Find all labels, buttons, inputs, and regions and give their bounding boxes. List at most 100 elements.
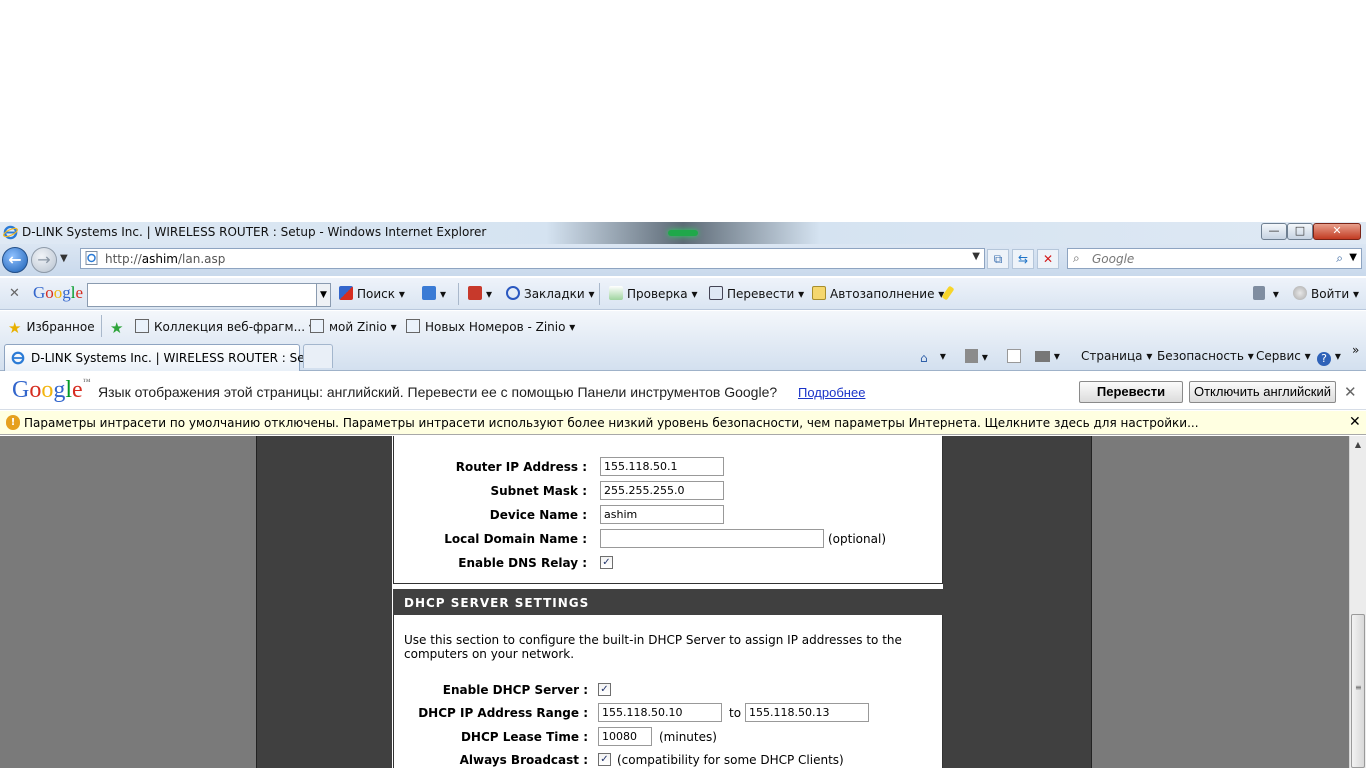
google-search-icon xyxy=(339,286,353,300)
enable-dhcp-row: Enable DHCP Server : ✓ xyxy=(394,679,944,701)
enable-dhcp-checkbox[interactable]: ✓ xyxy=(598,683,611,696)
compatibility-view-icon[interactable]: ⧉ xyxy=(987,249,1009,269)
search-provider-icon: ⌕ xyxy=(1073,251,1080,265)
mail-button[interactable] xyxy=(1007,349,1021,364)
print-button[interactable]: ▾ xyxy=(1035,349,1060,363)
add-to-favorites-icon[interactable]: ★ xyxy=(110,319,128,337)
vertical-scrollbar[interactable]: ▲ ≡ xyxy=(1349,436,1366,768)
always-broadcast-label: Always Broadcast : xyxy=(459,753,588,767)
close-toolbar-icon[interactable]: ✕ xyxy=(9,286,20,301)
titlebar-glow xyxy=(668,230,698,236)
forward-button[interactable]: → xyxy=(31,247,57,273)
ie-page-icon xyxy=(406,319,420,333)
dhcp-settings-box: Use this section to configure the built-… xyxy=(393,615,943,768)
popup-blocker-icon xyxy=(468,286,482,300)
minimize-button[interactable]: — xyxy=(1261,223,1287,240)
ie-page-icon xyxy=(310,319,324,333)
close-window-button[interactable]: ✕ xyxy=(1313,223,1361,240)
home-button[interactable]: ⌂ ▾ xyxy=(920,349,946,365)
signin-button[interactable]: Войти ▾ xyxy=(1293,286,1359,301)
range-to-label: to xyxy=(729,706,742,720)
wrench-icon xyxy=(1253,286,1265,300)
stop-icon[interactable]: ✕ xyxy=(1037,249,1059,269)
help-button[interactable]: ? ▾ xyxy=(1317,349,1341,366)
always-broadcast-row: Always Broadcast : ✓ (compatibility for … xyxy=(394,749,944,768)
lease-time-label: DHCP Lease Time : xyxy=(460,730,588,744)
home-icon: ⌂ xyxy=(920,351,928,365)
close-info-bar-icon[interactable]: ✕ xyxy=(1349,414,1361,430)
search-box[interactable]: ⌕ Google ⌕ ▼ xyxy=(1067,248,1362,269)
ie-page-icon xyxy=(135,319,149,333)
google-toolbar-logo[interactable]: Google xyxy=(33,283,83,303)
warning-shield-icon: ! xyxy=(6,415,20,430)
user-circle-icon xyxy=(1293,286,1307,300)
translate-page-button[interactable]: Перевести xyxy=(1079,381,1183,403)
highlight-button[interactable] xyxy=(941,285,955,301)
spellcheck-button[interactable]: Проверка ▾ xyxy=(609,286,698,301)
enable-dhcp-label: Enable DHCP Server : xyxy=(442,683,588,697)
chevron-more-icon[interactable]: » xyxy=(1352,343,1359,357)
translate-message: Язык отображения этой страницы: английск… xyxy=(98,384,778,400)
tools-menu[interactable]: Сервис ▾ xyxy=(1256,349,1311,363)
address-toolbar: ← → ▼ http://ashim/lan.asp ▼ ⧉ ⇆ ✕ ⌕ Goo… xyxy=(0,244,1366,276)
google-search-button[interactable]: Поиск ▾ xyxy=(339,286,405,301)
google-translate-bar: Google™ Язык отображения этой страницы: … xyxy=(0,372,1366,410)
favorites-bar: ★Избранное ★ Коллекция веб-фрагм... ▾ мо… xyxy=(0,311,1366,341)
scrollbar-thumb[interactable]: ≡ xyxy=(1351,614,1365,768)
rss-icon xyxy=(965,349,978,363)
feeds-button[interactable]: ▾ xyxy=(965,349,988,364)
star-icon: ★ xyxy=(8,319,22,337)
dhcp-range-row: DHCP IP Address Range : to xyxy=(394,702,944,724)
search-options-dropdown[interactable]: ▼ xyxy=(1349,252,1357,263)
page-icon xyxy=(85,251,98,265)
ie-logo-icon xyxy=(3,225,18,240)
disable-english-button[interactable]: Отключить английский xyxy=(1189,381,1336,403)
autofill-button[interactable]: Автозаполнение ▾ xyxy=(812,286,944,301)
add-button[interactable]: ▾ xyxy=(422,286,446,301)
always-broadcast-checkbox[interactable]: ✓ xyxy=(598,753,611,766)
favorites-item-web-slice[interactable]: Коллекция веб-фрагм... ▾ xyxy=(135,319,315,334)
favorites-button[interactable]: ★ Избранное xyxy=(8,319,95,337)
dhcp-range-end-input[interactable] xyxy=(745,703,869,722)
back-button[interactable]: ← xyxy=(2,247,28,273)
translate-icon xyxy=(709,286,723,300)
close-translate-bar-icon[interactable]: ✕ xyxy=(1344,383,1357,401)
address-dropdown-icon[interactable]: ▼ xyxy=(972,251,980,262)
scroll-up-arrow-icon[interactable]: ▲ xyxy=(1350,436,1366,453)
toolbar-settings-button[interactable]: ▾ xyxy=(1253,286,1279,301)
printer-icon xyxy=(1035,351,1050,362)
tab-row: D-LINK Systems Inc. | WIRELESS ROUTER : … xyxy=(0,341,1366,371)
dhcp-section-header: DHCP SERVER SETTINGS xyxy=(393,589,943,615)
maximize-button[interactable]: □ xyxy=(1287,223,1313,240)
refresh-icon[interactable]: ⇆ xyxy=(1012,249,1034,269)
bookmarks-button[interactable]: Закладки ▾ xyxy=(506,286,595,301)
safety-menu[interactable]: Безопасность ▾ xyxy=(1157,349,1254,363)
window-title: D-LINK Systems Inc. | WIRELESS ROUTER : … xyxy=(22,225,487,239)
google-search-input[interactable]: ▼ xyxy=(87,283,331,307)
lease-time-input[interactable] xyxy=(598,727,652,746)
dhcp-clip: DHCP SERVER SETTINGS Use this section to… xyxy=(0,436,1349,768)
more-info-link[interactable]: Подробнее xyxy=(798,385,865,400)
help-icon: ? xyxy=(1317,352,1331,366)
favorites-item-zinio-new[interactable]: Новых Номеров - Zinio ▾ xyxy=(406,319,575,334)
mail-icon xyxy=(1007,349,1021,363)
dhcp-range-start-input[interactable] xyxy=(598,703,722,722)
google-search-dropdown[interactable]: ▼ xyxy=(316,284,330,306)
scroll-grip-icon: ≡ xyxy=(1355,683,1362,692)
favorites-item-zinio[interactable]: мой Zinio ▾ xyxy=(310,319,397,334)
google-logo: Google™ xyxy=(12,377,91,403)
page-menu[interactable]: Страница ▾ xyxy=(1081,349,1152,363)
google-toolbar: ✕ Google ▼ Поиск ▾ ▾ ▾ Закладки ▾ Провер… xyxy=(0,278,1366,310)
intranet-info-bar[interactable]: ! Параметры интрасети по умолчанию отклю… xyxy=(0,411,1366,435)
address-bar[interactable]: http://ashim/lan.asp ▼ xyxy=(80,248,985,269)
star-outline-icon xyxy=(506,286,520,300)
popup-blocker-button[interactable]: ▾ xyxy=(468,286,492,301)
translate-button[interactable]: Перевести ▾ xyxy=(709,286,804,301)
url-text: http://ashim/lan.asp xyxy=(105,252,226,266)
new-tab-button[interactable] xyxy=(303,344,333,368)
recent-pages-dropdown[interactable]: ▼ xyxy=(60,253,68,264)
tab-active[interactable]: D-LINK Systems Inc. | WIRELESS ROUTER : … xyxy=(4,344,325,371)
search-go-icon[interactable]: ⌕ xyxy=(1336,251,1343,266)
lease-time-row: DHCP Lease Time : (minutes) xyxy=(394,726,944,748)
info-bar-message: Параметры интрасети по умолчанию отключе… xyxy=(24,416,1199,430)
